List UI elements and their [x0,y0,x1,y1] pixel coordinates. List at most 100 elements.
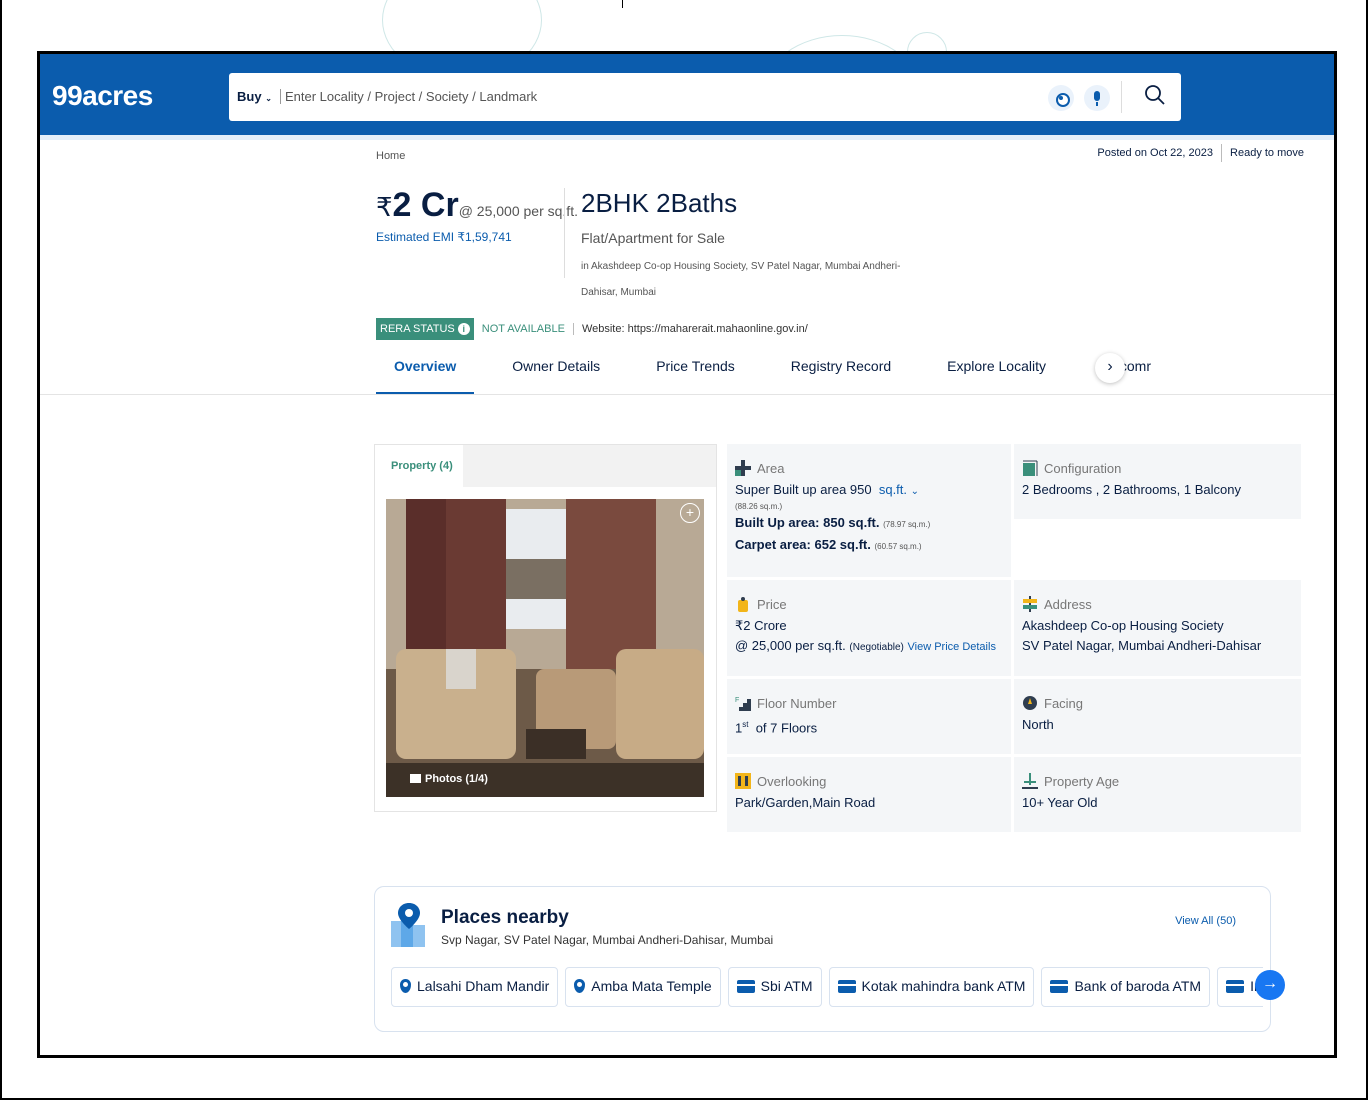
divider [564,188,565,278]
image-icon [410,774,421,783]
tab-explore-locality[interactable]: Explore Locality [929,350,1064,395]
chevron-right-icon[interactable]: › [1095,353,1125,383]
posted-date: Posted on Oct 22, 2023 [1097,146,1214,159]
detail-area: Area Super Built up area 950 sq.ft. ⌄ (8… [727,444,1011,577]
browser-frame: 99acres Buy ⌄ Enter Locality / Project /… [37,51,1337,1058]
chip-label: Sbi ATM [760,978,813,994]
configuration-icon [1023,460,1038,476]
chip-label: Amba Mata Temple [591,978,712,994]
posted-info: Posted on Oct 22, 2023 Ready to move [1097,144,1304,162]
chevron-down-icon: ⌄ [265,94,272,103]
carpet-area: Carpet area: 652 sq.ft. [735,537,871,552]
tab-owner-details[interactable]: Owner Details [494,350,618,395]
search-input[interactable]: Enter Locality / Project / Society / Lan… [285,89,537,104]
city-map-pin-icon [391,903,425,947]
page: 99acres Buy ⌄ Enter Locality / Project /… [0,0,1368,1100]
nearby-chips: Lalsahi Dham Mandir Amba Mata Temple Sbi… [391,967,1263,1007]
super-area-sqm: (88.26 sq.m.) [735,502,783,511]
chip-label: Lalsahi Dham Mandir [417,978,550,994]
location-icon[interactable] [1048,85,1074,111]
rera-label: RERA STATUS [380,323,455,335]
chip-label: Kotak mahindra bank ATM [861,978,1026,994]
microphone-icon[interactable] [1084,85,1110,111]
negotiable-label: (Negotiable) [849,642,904,653]
arrow-right-icon[interactable]: → [1255,970,1285,1000]
detail-floor: F Floor Number 1st of 7 Floors [727,679,1011,754]
detail-configuration: Configuration 2 Bedrooms , 2 Bathrooms, … [1014,444,1301,519]
floor-icon: F [735,697,751,711]
living-room-image [386,499,704,797]
zoom-in-icon[interactable]: + [680,503,700,523]
price-amount: 2 Cr [392,186,459,224]
search-icon[interactable] [1143,83,1167,107]
price-rate: @ 25,000 per sq.ft. [458,203,578,219]
configuration-value: 2 Bedrooms , 2 Bathrooms, 1 Balcony [1022,482,1241,497]
buy-label: Buy [237,89,262,104]
chip-label: Bank of baroda ATM [1074,978,1202,994]
compass-icon [1023,696,1037,710]
logo[interactable]: 99acres [52,80,153,112]
buy-dropdown[interactable]: Buy ⌄ [237,89,281,104]
info-icon[interactable]: i [457,323,470,335]
detail-property-age: Property Age 10+ Year Old [1014,757,1301,832]
photo-gallery: Property (4) + Photos (1/4) [374,444,717,812]
built-up-area: Built Up area: 850 sq.ft. [735,515,880,530]
area-label: Area [757,460,785,476]
atm-icon [1050,980,1069,993]
property-age-icon [1022,773,1038,789]
view-all-link[interactable]: View All (50) [1175,915,1236,927]
rera-website[interactable]: Website: https://maharerait.mahaonline.g… [574,323,808,335]
signpost-icon [1023,596,1037,612]
unit-selector[interactable]: sq.ft. ⌄ [879,482,919,497]
pin-icon [400,979,411,993]
tabs-divider [40,394,1334,395]
gallery-tabbar: Property (4) [375,445,716,487]
address-line2: SV Patel Nagar, Mumbai Andheri-Dahisar [1022,638,1262,653]
atm-icon [837,980,856,993]
rera-value: NOT AVAILABLE [474,323,574,335]
property-details-grid: Area Super Built up area 950 sq.ft. ⌄ (8… [727,444,1301,832]
property-photo[interactable]: + Photos (1/4) [386,499,704,797]
atm-icon [1226,980,1245,993]
property-age-value: 10+ Year Old [1022,795,1098,810]
floor-suffix: st [742,720,749,729]
nearby-chip[interactable]: Lalsahi Dham Mandir [391,967,559,1007]
places-title: Places nearby [441,907,569,928]
pin-icon [574,979,586,993]
nearby-chip[interactable]: Bank of baroda ATM [1041,967,1211,1007]
nearby-chip[interactable]: Sbi ATM [727,967,822,1007]
overlooking-icon [735,773,751,789]
photos-counter[interactable]: Photos (1/4) [386,763,704,797]
view-price-details-link[interactable]: View Price Details [908,641,996,653]
divider [1221,144,1223,162]
tab-overview[interactable]: Overview [376,350,475,395]
top-divider [622,0,623,8]
overlooking-label: Overlooking [757,773,827,789]
places-nearby-card: Places nearby Svp Nagar, SV Patel Nagar,… [374,886,1285,1032]
unit-label: sq.ft. [878,482,908,497]
section-tabs: Overview Owner Details Price Trends Regi… [376,350,1169,395]
address-line1: Akashdeep Co-op Housing Society [1022,618,1224,633]
property-type: Flat/Apartment for Sale [581,230,725,246]
facing-label: Facing [1044,695,1084,711]
tab-price-trends[interactable]: Price Trends [638,350,753,395]
configuration-label: Configuration [1044,460,1122,476]
search-bar: Buy ⌄ Enter Locality / Project / Society… [229,73,1181,121]
site-header: 99acres Buy ⌄ Enter Locality / Project /… [40,54,1334,135]
chevron-down-icon: ⌄ [910,486,920,497]
atm-icon [736,980,755,993]
header-underline [40,135,1334,140]
property-age-label: Property Age [1044,773,1120,789]
gallery-tab-property[interactable]: Property (4) [375,445,463,487]
breadcrumb[interactable]: Home [376,150,405,162]
nearby-chip[interactable]: Amba Mata Temple [565,967,721,1007]
nearby-chip[interactable]: Kotak mahindra bank ATM [828,967,1035,1007]
photos-count: Photos (1/4) [425,773,488,785]
tab-registry-record[interactable]: Registry Record [773,350,909,395]
estimated-emi-link[interactable]: Estimated EMI ₹1,59,741 [376,230,512,244]
rera-badge: RERA STATUS i [376,318,474,340]
rupee-symbol: ₹ [376,192,393,222]
property-location: in Akashdeep Co-op Housing Society, SV P… [581,261,901,298]
rera-status-row: RERA STATUS i NOT AVAILABLE Website: http… [376,318,808,340]
facing-value: North [1022,717,1054,732]
